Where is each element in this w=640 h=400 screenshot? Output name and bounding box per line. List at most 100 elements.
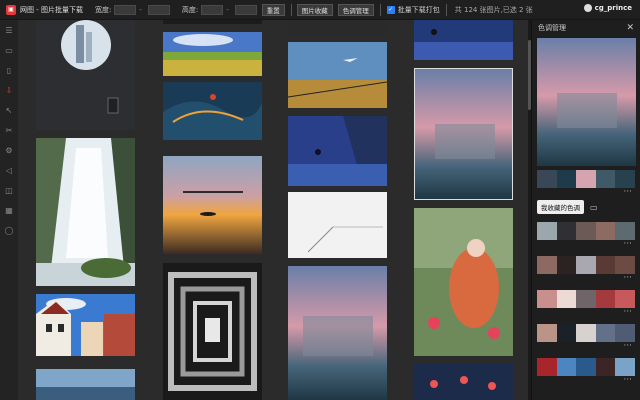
color-swatch[interactable] [615,170,635,188]
width-label: 宽度: [94,5,112,14]
calendar-icon[interactable]: ▦ [0,200,18,220]
batch-download-checkbox[interactable]: ✓ [386,5,395,14]
image-tile-sunset-boat[interactable] [163,156,262,254]
image-tile-pink-castle-selected[interactable] [414,68,513,200]
image-tile-night-bay[interactable] [163,82,262,140]
image-tile-airport[interactable] [288,42,387,108]
user-name: cg_prince [594,4,632,12]
more-icon[interactable]: ··· [532,188,632,197]
image-tile-top-partial[interactable] [163,20,262,24]
menu-icon[interactable]: ☰ [0,20,18,40]
image-tile-beach-runner[interactable] [414,20,513,60]
image-tile-field[interactable] [163,32,262,76]
image-tile-building-circle[interactable] [36,20,135,130]
divider [379,3,381,16]
image-gallery [18,20,530,400]
app-logo-icon: ▣ [6,4,16,15]
palette-swatch [537,256,557,274]
close-icon[interactable]: ✕ [626,23,634,33]
palette-swatch [556,358,577,376]
palette-swatch [556,290,577,308]
image-tile-white-stairs[interactable] [288,192,387,258]
palette-list: ··· ··· ··· ··· ··· [532,222,640,385]
download-icon[interactable]: ⇩ [0,80,18,100]
reset-button[interactable]: 重置 [261,3,285,16]
top-toolbar: ▣ 网图 - 图片批量下载 宽度: - 高度: - 重置 图片收藏 色调管理 ✓… [0,0,640,20]
palette-swatch [615,290,635,308]
app-title: 网图 - 图片批量下载 [20,5,83,14]
chat-icon[interactable]: ◯ [0,220,18,240]
note-icon[interactable]: ▯ [0,60,18,80]
image-icon[interactable]: ▭ [0,40,18,60]
image-tile-lantern-street[interactable] [414,364,513,400]
palette-swatch [615,358,635,376]
color-manage-button[interactable]: 色调管理 [337,3,374,16]
palette-swatch [576,222,596,240]
palette-swatch [556,256,577,274]
width-min-input[interactable] [114,4,137,15]
panel-title: 色调管理 [538,24,566,32]
image-tile-waterfall[interactable] [36,138,135,286]
image-tile-sky[interactable] [36,369,135,400]
palette-swatch [537,222,557,240]
megaphone-icon[interactable]: ◁ [0,160,18,180]
selected-image-preview [537,38,636,166]
color-swatch[interactable] [537,170,557,188]
palette-swatch [615,222,635,240]
palette-more-icon[interactable]: ··· [532,240,632,249]
user-icon [583,4,592,12]
image-tile-spiral-window[interactable] [163,263,262,400]
favorite-palettes-label[interactable]: 我收藏的色调 [537,200,584,214]
left-icon-rail: ☰ ▭ ▯ ⇩ ↖ ✂ ⚙ ◁ ◫ ▦ ◯ [0,20,18,400]
image-tile-red-dress[interactable] [414,208,513,356]
palette-more-icon[interactable]: ··· [532,308,632,317]
height-min-input[interactable] [201,4,224,15]
palette-swatch [576,290,596,308]
folder-icon[interactable]: ▭ [590,203,598,212]
palette-more-icon[interactable]: ··· [532,342,632,351]
palette-swatch [576,358,596,376]
user-menu[interactable]: cg_prince [583,4,632,12]
height-max-input[interactable] [234,4,257,15]
pin-icon[interactable]: ✂ [0,120,18,140]
main-color-swatches[interactable] [537,170,635,188]
saved-palette[interactable] [537,358,635,376]
palette-more-icon[interactable]: ··· [532,274,632,283]
saved-palette[interactable] [537,324,635,342]
palette-swatch [556,324,577,342]
batch-download-label: 批量下载打包 [397,5,440,14]
palette-swatch [615,324,635,342]
palette-swatch [595,324,616,342]
saved-palette[interactable] [537,290,635,308]
palette-swatch [576,324,596,342]
panel-header: 色调管理 ✕ [532,20,640,36]
palette-more-icon[interactable]: ··· [532,376,632,385]
gear-icon[interactable]: ⚙ [0,140,18,160]
palette-swatch [595,358,616,376]
image-tile-dark-partial[interactable] [288,20,387,34]
palette-swatch [537,324,557,342]
bag-icon[interactable]: ◫ [0,180,18,200]
palette-swatch [595,222,616,240]
color-swatch[interactable] [556,170,577,188]
image-tile-houses[interactable] [36,294,135,356]
palette-swatch [615,256,635,274]
image-tile-pink-castle[interactable] [288,266,387,400]
saved-palette[interactable] [537,256,635,274]
color-swatch[interactable] [576,170,596,188]
divider [445,3,447,16]
saved-palette[interactable] [537,222,635,240]
collect-button[interactable]: 图片收藏 [296,3,333,16]
image-tile-night-runner[interactable] [288,116,387,186]
width-max-input[interactable] [147,4,170,15]
image-count-status: 共 124 张图片,已选 2 张 [454,5,533,14]
width-dash: - [139,5,142,14]
color-swatch[interactable] [595,170,616,188]
palette-swatch [595,290,616,308]
palette-swatch [537,290,557,308]
palette-swatch [537,358,557,376]
height-dash: - [226,5,229,14]
palette-swatch [595,256,616,274]
cursor-icon[interactable]: ↖ [0,100,18,120]
divider [290,3,292,16]
